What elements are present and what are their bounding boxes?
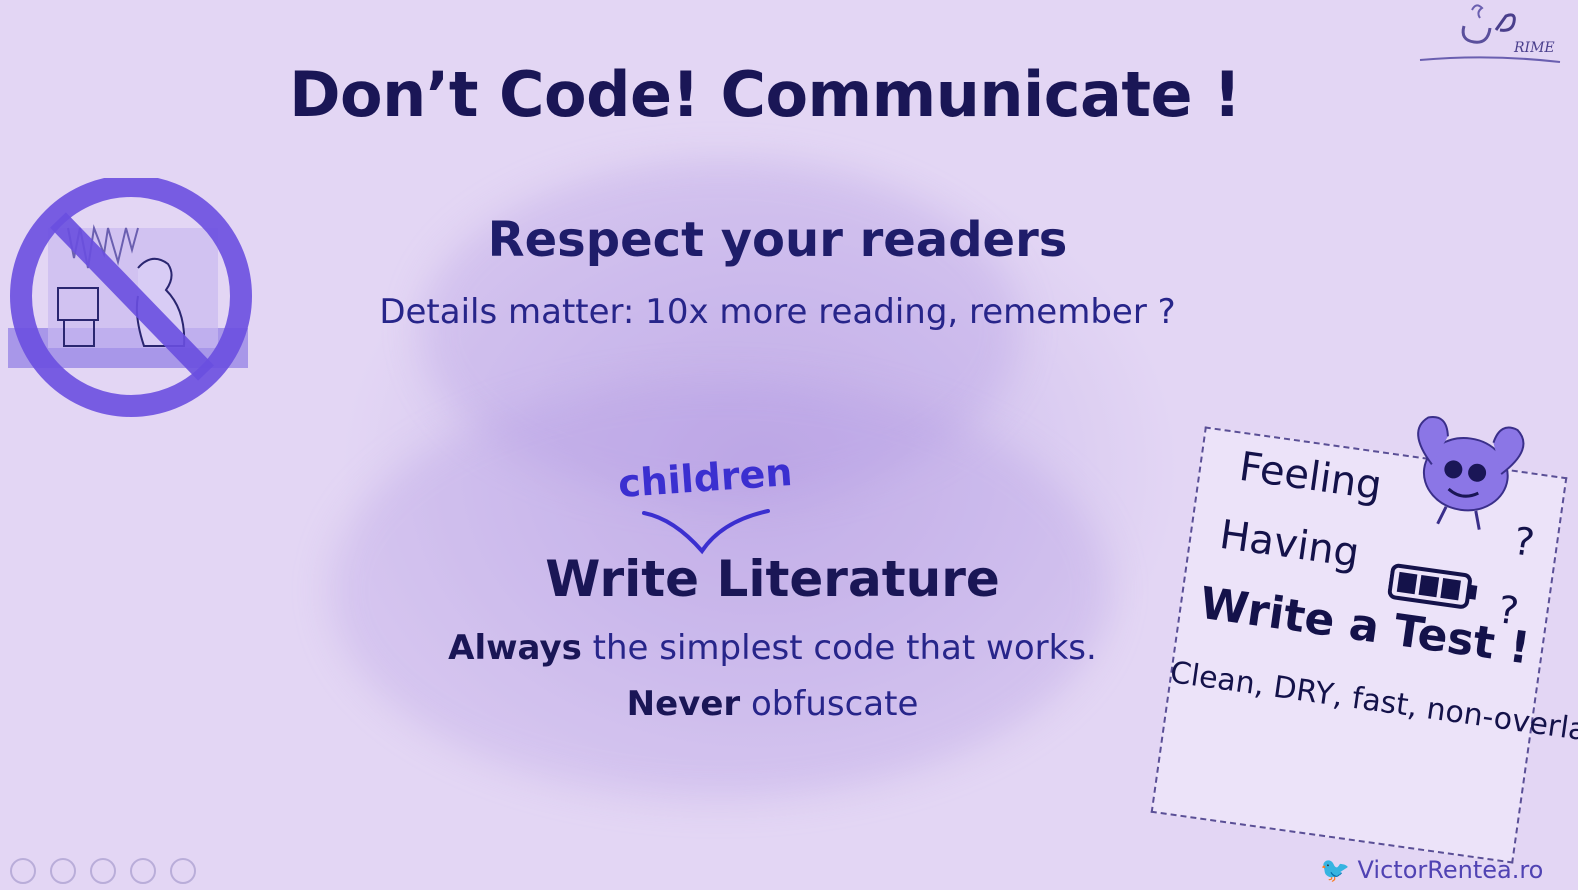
slide: RIME Don’t Code! Communicate ! Respect y…	[0, 0, 1578, 890]
emphasis: Never	[626, 684, 741, 724]
pointer-icon[interactable]	[10, 858, 36, 884]
details-text: Details matter: 10x more reading, rememb…	[379, 292, 1176, 332]
sticky-note: Feeling ? Having ? Write a Test ! Clean,…	[1150, 415, 1578, 864]
twitter-bird-icon: 🐦	[1320, 856, 1350, 884]
twitter-handle[interactable]: 🐦 VictorRentea.ro	[1320, 856, 1543, 884]
zoom-icon[interactable]	[130, 858, 156, 884]
principle-text: obfuscate	[740, 684, 919, 724]
slides-icon[interactable]	[90, 858, 116, 884]
presentation-toolbar[interactable]	[10, 858, 196, 884]
svg-text:RIME: RIME	[1513, 40, 1555, 56]
section-heading: Respect your readers	[487, 212, 1068, 268]
pen-icon[interactable]	[50, 858, 76, 884]
principle-text: the simplest code that works.	[581, 628, 1097, 668]
twitter-handle-text: VictorRentea.ro	[1357, 856, 1544, 884]
emphasis: Always	[448, 628, 582, 668]
more-icon[interactable]	[170, 858, 196, 884]
slide-title: Don’t Code! Communicate !	[289, 58, 1241, 131]
